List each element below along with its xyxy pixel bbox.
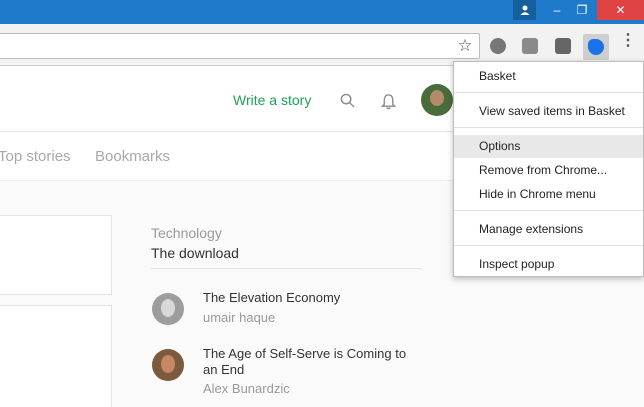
minimize-button[interactable]: – bbox=[547, 0, 567, 20]
story-card[interactable] bbox=[0, 215, 112, 295]
story-title-link[interactable]: The Age of Self-Serve is Coming to an En… bbox=[203, 346, 423, 378]
menu-item-basket[interactable]: Basket bbox=[454, 65, 643, 88]
user-avatar[interactable] bbox=[421, 84, 453, 116]
ext-c-icon[interactable] bbox=[555, 38, 571, 54]
extension-context-menu: Basket View saved items in Basket Option… bbox=[453, 61, 644, 277]
nav-bookmarks[interactable]: Bookmarks bbox=[95, 148, 170, 165]
menu-item-options[interactable]: Options bbox=[454, 135, 643, 158]
window-titlebar: – ❐ ✕ bbox=[0, 0, 644, 24]
author-avatar[interactable] bbox=[152, 293, 184, 325]
bookmark-star-icon[interactable]: ☆ bbox=[456, 37, 474, 55]
menu-separator bbox=[454, 245, 643, 246]
basket-blob-icon bbox=[588, 39, 604, 55]
story-author[interactable]: umair haque bbox=[203, 310, 275, 325]
person-icon bbox=[520, 5, 529, 15]
nav-top-stories[interactable]: Top stories bbox=[0, 148, 71, 165]
restore-button[interactable]: ❐ bbox=[572, 0, 592, 20]
chrome-menu-icon[interactable]: ⋮ bbox=[620, 33, 636, 56]
story-title-link[interactable]: The Elevation Economy bbox=[203, 290, 413, 306]
ext-b-icon[interactable] bbox=[522, 38, 538, 54]
menu-item-view-saved[interactable]: View saved items in Basket bbox=[454, 100, 643, 123]
search-icon[interactable] bbox=[340, 93, 355, 108]
story-author[interactable]: Alex Bunardzic bbox=[203, 381, 290, 396]
section-label[interactable]: Technology bbox=[151, 225, 222, 241]
menu-separator bbox=[454, 127, 643, 128]
profile-button[interactable] bbox=[513, 0, 536, 20]
write-story-link[interactable]: Write a story bbox=[233, 92, 311, 108]
menu-item-remove[interactable]: Remove from Chrome... bbox=[454, 159, 643, 182]
close-button[interactable]: ✕ bbox=[597, 0, 644, 20]
basket-extension-icon[interactable] bbox=[583, 34, 609, 60]
story-card[interactable] bbox=[0, 305, 112, 407]
browser-toolbar: ☆ ⋮ bbox=[0, 24, 644, 66]
menu-separator bbox=[454, 92, 643, 93]
menu-item-manage-extensions[interactable]: Manage extensions bbox=[454, 218, 643, 241]
ext-a-icon[interactable] bbox=[490, 38, 506, 54]
section-title[interactable]: The download bbox=[151, 245, 239, 261]
notifications-bell-icon[interactable] bbox=[380, 93, 397, 110]
divider bbox=[151, 268, 422, 269]
address-bar[interactable] bbox=[0, 33, 480, 59]
menu-item-hide[interactable]: Hide in Chrome menu bbox=[454, 183, 643, 206]
menu-item-inspect-popup[interactable]: Inspect popup bbox=[454, 253, 643, 276]
author-avatar[interactable] bbox=[152, 349, 184, 381]
menu-separator bbox=[454, 210, 643, 211]
